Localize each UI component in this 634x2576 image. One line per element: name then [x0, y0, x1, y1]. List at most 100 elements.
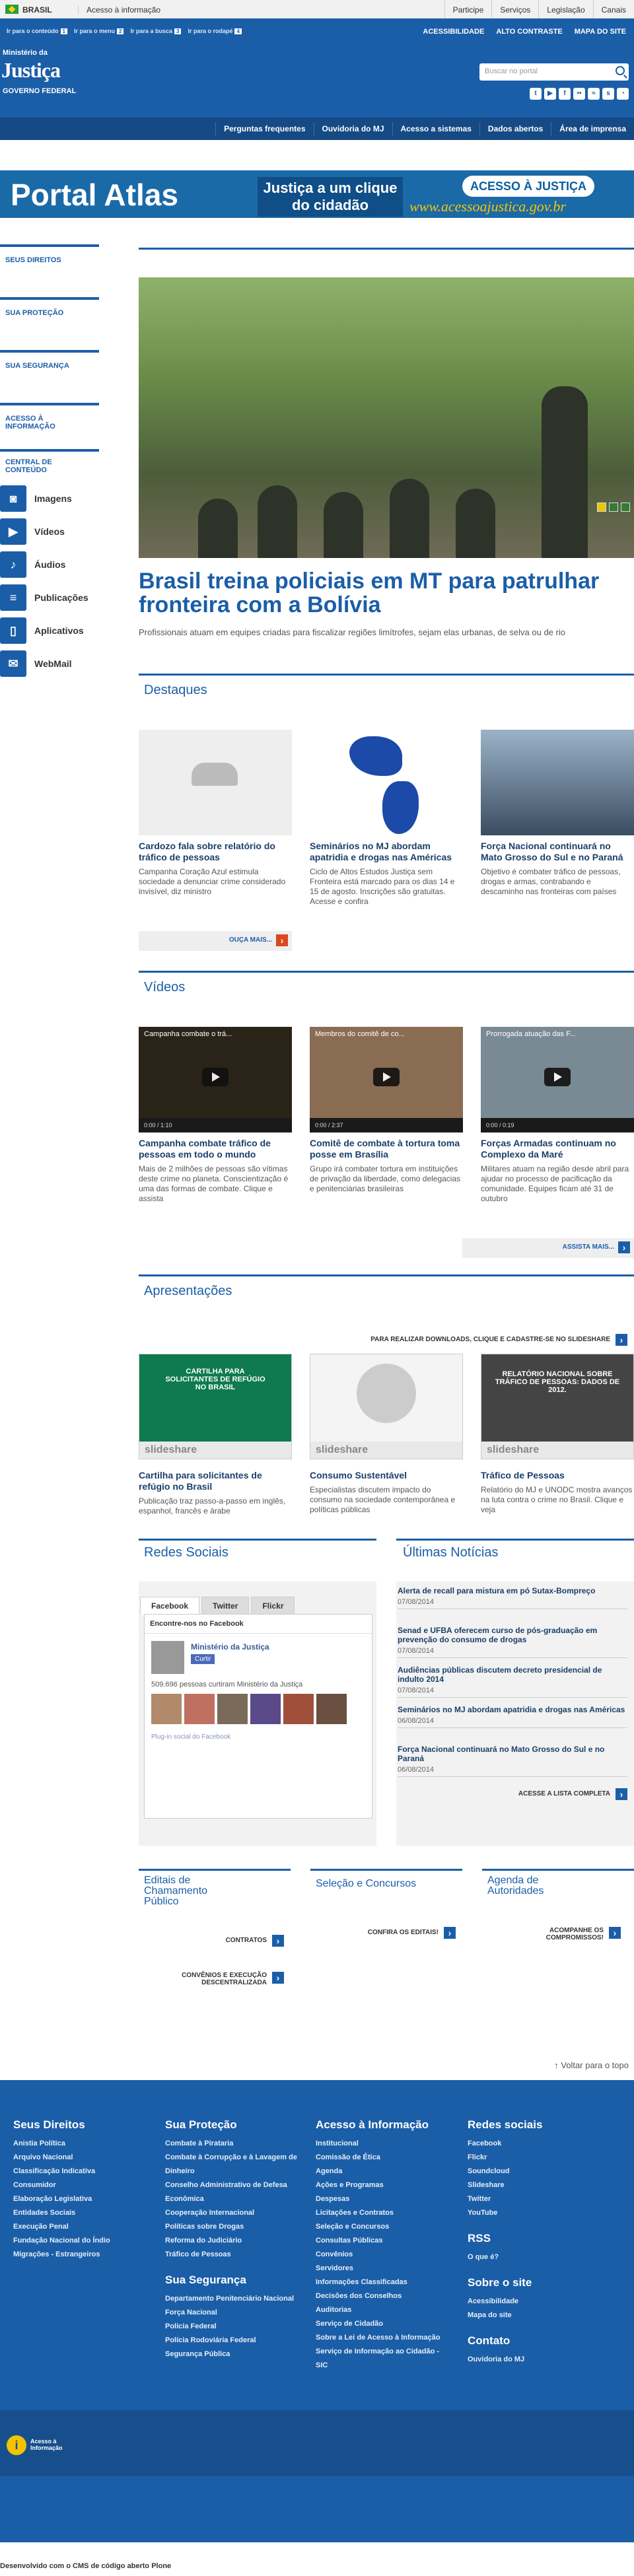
- play-icon[interactable]: [544, 1068, 571, 1086]
- news-title[interactable]: Força Nacional continuará no Mato Grosso…: [398, 1745, 627, 1763]
- soundcloud-icon[interactable]: ≈: [588, 88, 600, 100]
- footer-link[interactable]: Força Nacional: [165, 2306, 297, 2320]
- news-title[interactable]: Alerta de recall para mistura em pó Suta…: [398, 1586, 627, 1595]
- tab-flickr[interactable]: Flickr: [251, 1597, 295, 1615]
- footer-link[interactable]: Polícia Rodoviária Federal: [165, 2334, 297, 2348]
- footer-link[interactable]: Slideshare: [468, 2178, 542, 2192]
- slideshare-icon[interactable]: s: [602, 88, 614, 100]
- tab-twitter[interactable]: Twitter: [201, 1597, 250, 1615]
- footer-link[interactable]: Acessibilidade: [468, 2295, 542, 2309]
- contratos-link[interactable]: CONTRATOS: [198, 1935, 284, 1947]
- footer-link[interactable]: Serviço de Cidadão: [316, 2317, 441, 2331]
- perguntas-link[interactable]: Perguntas frequentes: [215, 122, 313, 135]
- destaque-title[interactable]: Seminários no MJ abordam apatridia e dro…: [310, 841, 463, 863]
- footer-link[interactable]: Convênios: [316, 2248, 441, 2262]
- footer-link[interactable]: Combate à Corrupção e à Lavagem de Dinhe…: [165, 2151, 297, 2178]
- footer-link[interactable]: Comissão de Ética: [316, 2151, 441, 2165]
- fan-avatar[interactable]: [184, 1694, 215, 1724]
- footer-link[interactable]: Arquivo Nacional: [13, 2151, 110, 2165]
- apresentacao-card[interactable]: CARTILHA PARA SOLICITANTES DE REFÚGIO NO…: [139, 1354, 292, 1516]
- footer-heading[interactable]: Contato: [468, 2334, 542, 2348]
- video-title[interactable]: Campanha combate tráfico de pessoas em t…: [139, 1138, 292, 1160]
- facebook-plugin-label[interactable]: Plug-in social do Facebook: [151, 1733, 230, 1741]
- footer-link[interactable]: Ações e Programas: [316, 2178, 441, 2192]
- video-card[interactable]: Campanha combate o trá... 0:00 / 1:10 Ca…: [139, 1027, 292, 1204]
- mapa-site-link[interactable]: MAPA DO SITE: [575, 28, 626, 36]
- twitter-icon[interactable]: t: [530, 88, 542, 100]
- footer-link[interactable]: Licitações e Contratos: [316, 2206, 441, 2220]
- footer-heading[interactable]: RSS: [468, 2232, 542, 2245]
- back-to-top-link[interactable]: ↑ Voltar para o topo: [554, 2060, 629, 2070]
- slideshare-embed[interactable]: CARTILHA PARA SOLICITANTES DE REFÚGIO NO…: [139, 1354, 292, 1459]
- footer-link[interactable]: Polícia Federal: [165, 2320, 297, 2334]
- footer-link[interactable]: Tráfico de Pessoas: [165, 2248, 297, 2262]
- americas-map-thumb[interactable]: [310, 730, 463, 835]
- servicos-link[interactable]: Serviços: [491, 0, 538, 18]
- footer-link[interactable]: Execução Penal: [13, 2220, 110, 2234]
- footer-heading[interactable]: Sua Segurança: [165, 2274, 297, 2287]
- carousel-dot[interactable]: [609, 503, 618, 512]
- carousel-dot[interactable]: [597, 503, 606, 512]
- sidebar-central-conteudo[interactable]: CENTRAL DE CONTEÚDO: [0, 449, 99, 482]
- acessibilidade-link[interactable]: ACESSIBILIDADE: [423, 28, 484, 36]
- news-title[interactable]: Seminários no MJ abordam apatridia e dro…: [398, 1705, 627, 1714]
- acesso-informacao-logo[interactable]: Acesso à Informação: [30, 2438, 70, 2451]
- news-item[interactable]: Força Nacional continuará no Mato Grosso…: [398, 1745, 627, 1777]
- video-time[interactable]: 0:00 / 2:37: [310, 1118, 463, 1132]
- news-item[interactable]: Seminários no MJ abordam apatridia e dro…: [398, 1705, 627, 1728]
- destaque-card[interactable]: Força Nacional continuará no Mato Grosso…: [481, 730, 634, 897]
- canais-link[interactable]: Canais: [592, 0, 634, 18]
- footer-link[interactable]: Auditorias: [316, 2303, 441, 2317]
- video-card[interactable]: Membros do comitê de co... 0:00 / 2:37 C…: [310, 1027, 463, 1194]
- search-icon[interactable]: [616, 66, 625, 75]
- sistemas-link[interactable]: Acesso a sistemas: [392, 122, 479, 135]
- slideshare-embed[interactable]: slideshare: [310, 1354, 463, 1459]
- fan-avatar[interactable]: [283, 1694, 314, 1724]
- footer-link[interactable]: Twitter: [468, 2192, 542, 2206]
- destaque-card[interactable]: Cardozo fala sobre relatório do tráfico …: [139, 730, 292, 897]
- video-player[interactable]: Campanha combate o trá... 0:00 / 1:10: [139, 1027, 292, 1132]
- video-player[interactable]: Membros do comitê de co... 0:00 / 2:37: [310, 1027, 463, 1132]
- video-title[interactable]: Comitê de combate à tortura toma posse e…: [310, 1138, 463, 1160]
- facebook-page-name[interactable]: Ministério da Justiça: [191, 1642, 269, 1652]
- destaque-title[interactable]: Cardozo fala sobre relatório do tráfico …: [139, 841, 292, 863]
- portal-atlas-banner[interactable]: Portal Atlas Justiça a um clique do cida…: [0, 170, 634, 218]
- flickr-icon[interactable]: ••: [573, 88, 585, 100]
- footer-link[interactable]: Consultas Públicas: [316, 2234, 441, 2248]
- dados-abertos-link[interactable]: Dados abertos: [479, 122, 551, 135]
- sidebar-sua-seguranca[interactable]: SUA SEGURANÇA: [0, 350, 99, 403]
- video-time[interactable]: 0:00 / 1:10: [139, 1118, 292, 1132]
- footer-link[interactable]: Entidades Sociais: [13, 2206, 110, 2220]
- footer-link[interactable]: Consumidor: [13, 2178, 110, 2192]
- footer-heading[interactable]: Acesso à Informação: [316, 2118, 441, 2132]
- apresentacao-title[interactable]: Cartilha para solicitantes de refúgio no…: [139, 1470, 292, 1492]
- fan-avatar[interactable]: [250, 1694, 281, 1724]
- footer-link[interactable]: Conselho Administrativo de Defesa Econôm…: [165, 2178, 297, 2206]
- footer-link[interactable]: Informações Classificadas: [316, 2276, 441, 2289]
- carousel-dot[interactable]: [621, 503, 630, 512]
- play-icon[interactable]: [373, 1068, 400, 1086]
- participe-link[interactable]: Participe: [444, 0, 492, 18]
- footer-link[interactable]: Servidores: [316, 2262, 441, 2276]
- footer-heading[interactable]: Seus Direitos: [13, 2118, 110, 2132]
- sidebar-item-videos[interactable]: ▶ Vídeos: [0, 515, 99, 548]
- lista-completa-link[interactable]: ACESSE A LISTA COMPLETA: [462, 1788, 627, 1800]
- apresentacao-card[interactable]: RELATÓRIO NACIONAL SOBRE TRÁFICO DE PESS…: [481, 1354, 634, 1515]
- fan-avatar[interactable]: [217, 1694, 248, 1724]
- acompanhe-link[interactable]: ACOMPANHE OS COMPROMISSOS!: [522, 1927, 621, 1945]
- apresentacao-title[interactable]: Tráfico de Pessoas: [481, 1470, 634, 1481]
- fan-avatar[interactable]: [316, 1694, 347, 1724]
- footer-link[interactable]: Despesas: [316, 2192, 441, 2206]
- footer-link[interactable]: Institucional: [316, 2137, 441, 2151]
- tab-facebook[interactable]: Facebook: [140, 1597, 200, 1615]
- video-time[interactable]: 0:00 / 0:19: [481, 1118, 634, 1132]
- skip-search-link[interactable]: Ir para a busca 3: [130, 28, 182, 34]
- sidebar-item-webmail[interactable]: ✉ WebMail: [0, 647, 99, 680]
- footer-link[interactable]: Facebook: [468, 2137, 542, 2151]
- news-item[interactable]: Alerta de recall para mistura em pó Suta…: [398, 1586, 627, 1609]
- alto-contraste-link[interactable]: ALTO CONTRASTE: [496, 28, 562, 36]
- hero-title[interactable]: Brasil treina policiais em MT para patru…: [139, 569, 627, 617]
- footer-link[interactable]: Departamento Penitenciário Nacional: [165, 2292, 297, 2306]
- footer-link[interactable]: Ouvidoria do MJ: [468, 2353, 542, 2367]
- footer-link[interactable]: Soundcloud: [468, 2165, 542, 2178]
